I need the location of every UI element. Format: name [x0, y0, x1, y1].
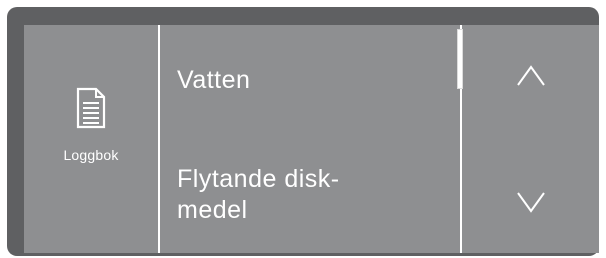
menu-item-vatten[interactable]: Vatten: [177, 65, 437, 96]
document-icon: [76, 87, 106, 129]
menu-item-flytande-diskmedel[interactable]: Flytande disk- medel: [177, 164, 437, 226]
menu-item-label: Vatten: [177, 66, 251, 94]
menu-item-label-line-1: Flytande disk-: [177, 165, 340, 193]
scroll-down-button[interactable]: [462, 139, 599, 253]
control-panel-bezel: Loggbok Vatten Flytande disk- medel: [7, 7, 599, 256]
logbook-label: Loggbok: [63, 147, 119, 163]
chevron-down-icon: [517, 192, 545, 213]
menu-item-label-line-2: medel: [177, 196, 248, 224]
scroll-up-button[interactable]: [462, 25, 599, 139]
logbook-button[interactable]: Loggbok: [24, 25, 158, 253]
chevron-up-icon: [517, 65, 545, 86]
display-screen: Loggbok Vatten Flytande disk- medel: [24, 25, 599, 253]
left-divider: [158, 25, 160, 253]
